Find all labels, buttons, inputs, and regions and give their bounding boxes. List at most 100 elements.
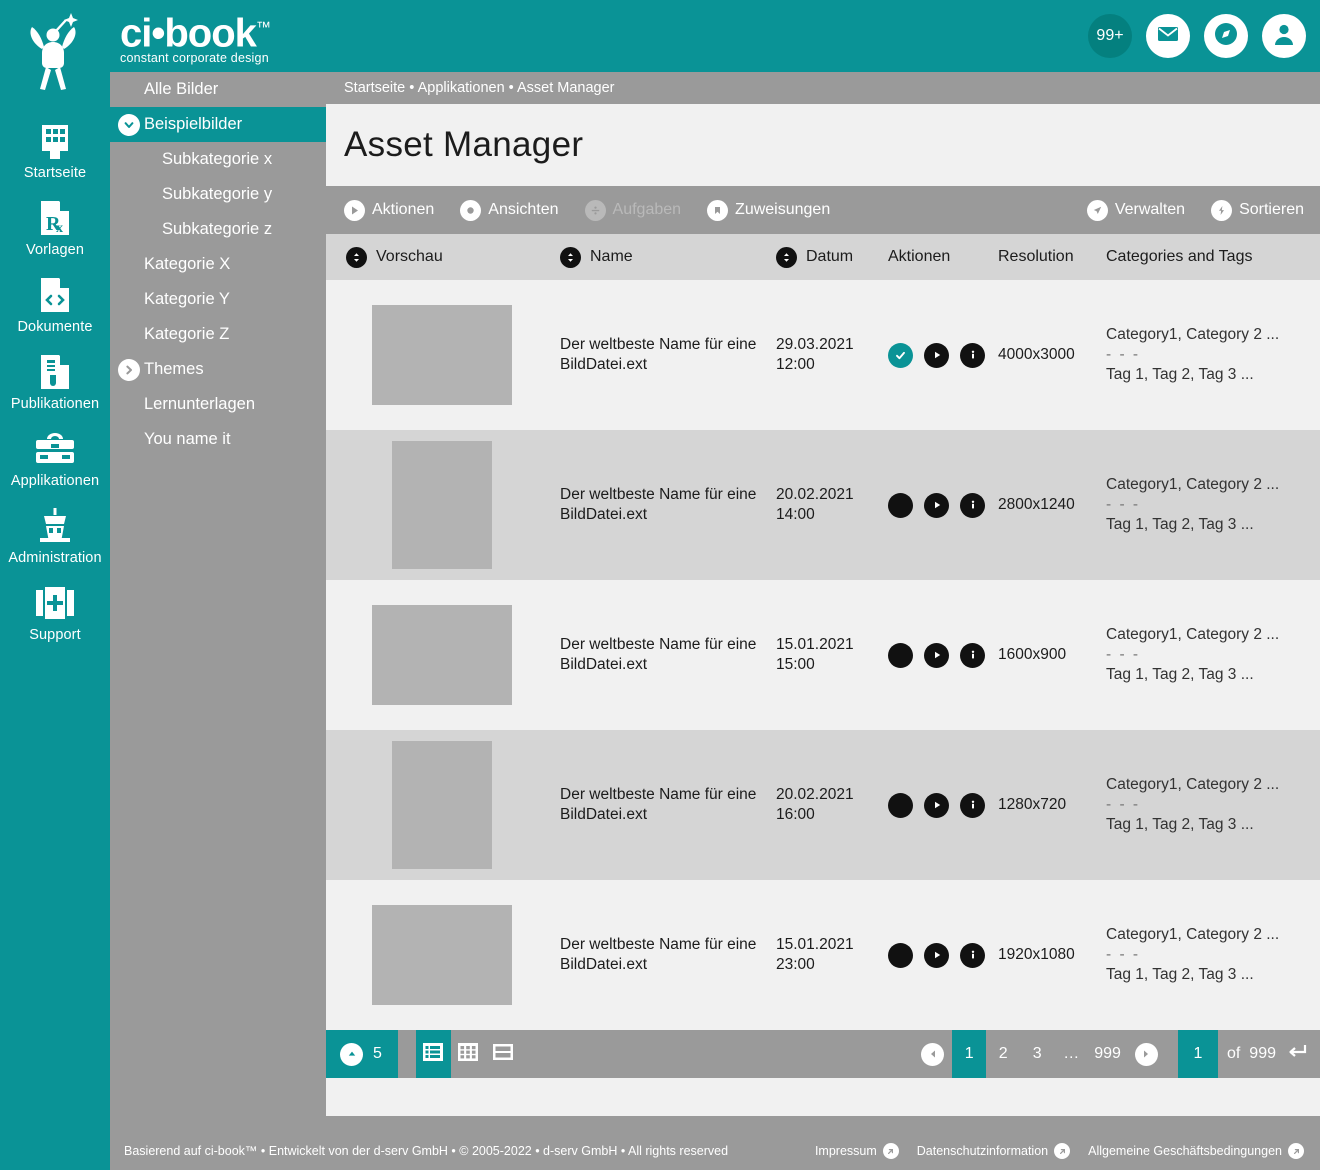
account-button[interactable] — [1262, 14, 1306, 58]
per-page-selector[interactable]: 5 — [326, 1030, 398, 1078]
info-icon[interactable] — [960, 942, 985, 968]
view-mode-list-button[interactable] — [415, 1030, 451, 1078]
brand-logo[interactable]: ci•book™ constant corporate design — [120, 8, 271, 65]
table-row[interactable]: Der weltbeste Name für eine BildDatei.ex… — [326, 430, 1320, 580]
category-item-alle-bilder[interactable]: Alle Bilder — [110, 72, 326, 107]
category-item-label: Subkategorie z — [162, 220, 273, 238]
sidebar-item-dokumente[interactable]: Dokumente — [0, 264, 110, 341]
row-preview-cell — [326, 605, 560, 705]
sidebar-item-publikationen[interactable]: Publikationen — [0, 341, 110, 418]
category-item-kategorie-y[interactable]: Kategorie Y — [110, 282, 326, 317]
select-checked-icon[interactable] — [888, 342, 913, 368]
select-circle-icon[interactable] — [888, 642, 913, 668]
category-item-kategorie-z[interactable]: Kategorie Z — [110, 317, 326, 352]
sidebar-item-label: Startseite — [23, 165, 87, 181]
select-circle-icon[interactable] — [888, 792, 913, 818]
play-icon[interactable] — [924, 492, 949, 518]
category-item-subkategorie-y[interactable]: Subkategorie y — [110, 177, 326, 212]
table-row[interactable]: Der weltbeste Name für eine BildDatei.ex… — [326, 880, 1320, 1030]
play-icon[interactable] — [924, 942, 949, 968]
sidebar-item-startseite[interactable]: Startseite — [0, 110, 110, 187]
enter-key-icon[interactable] — [1286, 1042, 1308, 1067]
primary-nav-rail: Startseite R x Vorlagen Dokumente Publik… — [0, 0, 110, 1170]
page-number-button[interactable]: 3 — [1020, 1030, 1054, 1078]
compass-icon — [1213, 21, 1239, 52]
prev-page-button[interactable] — [921, 1042, 945, 1066]
footer-link-allgemeine-gesch-ftsbedingungen[interactable]: Allgemeine Geschäftsbedingungen — [1088, 1143, 1304, 1159]
sort-toggle-icon[interactable] — [560, 246, 581, 268]
split-view-icon — [492, 1041, 514, 1068]
category-item-label: Kategorie X — [144, 255, 231, 273]
asset-thumbnail[interactable] — [372, 905, 512, 1005]
column-header-name[interactable]: Name — [560, 246, 776, 268]
footer-link-datenschutzinformation[interactable]: Datenschutzinformation — [917, 1143, 1071, 1159]
external-link-icon — [1288, 1143, 1304, 1159]
select-circle-icon[interactable] — [888, 942, 913, 968]
page-number-button[interactable]: 999 — [1088, 1030, 1127, 1078]
category-item-lernunterlagen[interactable]: Lernunterlagen — [110, 387, 326, 422]
sidebar-item-label: Support — [29, 627, 81, 643]
notification-badge[interactable]: 99+ — [1088, 14, 1132, 58]
column-header-datum[interactable]: Datum — [776, 246, 888, 268]
page-number-button[interactable]: 2 — [986, 1030, 1020, 1078]
category-item-label: Subkategorie x — [162, 150, 273, 168]
asset-thumbnail[interactable] — [392, 441, 492, 569]
toolbar-button-aktionen[interactable]: Aktionen — [344, 199, 434, 221]
category-item-you-name-it[interactable]: You name it — [110, 422, 326, 457]
page-jump: 1 of 999 — [1177, 1030, 1320, 1078]
info-icon[interactable] — [960, 792, 985, 818]
column-header-resolution: Resolution — [998, 248, 1106, 266]
view-mode-grid-button[interactable] — [451, 1030, 486, 1078]
toolbar-button-zuweisungen[interactable]: Zuweisungen — [707, 199, 830, 221]
select-circle-icon[interactable] — [888, 492, 913, 518]
sidebar-item-support[interactable]: Support — [0, 572, 110, 649]
chevron-down-icon[interactable] — [118, 113, 140, 136]
row-categories: Category1, Category 2 ... — [1106, 626, 1280, 643]
column-header-vorschau[interactable]: Vorschau — [326, 246, 560, 268]
play-icon[interactable] — [924, 642, 949, 668]
footer-link-impressum[interactable]: Impressum — [815, 1143, 899, 1159]
column-header-label: Resolution — [998, 248, 1074, 265]
category-list: Alle Bilder Beispielbilder Subkategorie x S… — [110, 72, 326, 457]
info-icon[interactable] — [960, 342, 985, 368]
toolbar-button-verwalten[interactable]: Verwalten — [1086, 199, 1185, 221]
category-item-subkategorie-x[interactable]: Subkategorie x — [110, 142, 326, 177]
view-mode-split-button[interactable] — [486, 1030, 521, 1078]
category-item-kategorie-x[interactable]: Kategorie X — [110, 247, 326, 282]
info-icon[interactable] — [960, 492, 985, 518]
mail-button[interactable] — [1146, 14, 1190, 58]
sidebar-item-administration[interactable]: Administration — [0, 495, 110, 572]
table-row[interactable]: Der weltbeste Name für eine BildDatei.ex… — [326, 580, 1320, 730]
explore-button[interactable] — [1204, 14, 1248, 58]
category-item-beispielbilder[interactable]: Beispielbilder — [110, 107, 326, 142]
info-icon[interactable] — [960, 642, 985, 668]
sidebar-item-applikationen[interactable]: Applikationen — [0, 418, 110, 495]
footer-link-label: Allgemeine Geschäftsbedingungen — [1088, 1144, 1282, 1158]
play-icon[interactable] — [924, 342, 949, 368]
category-item-themes[interactable]: Themes — [110, 352, 326, 387]
category-item-subkategorie-z[interactable]: Subkategorie z — [110, 212, 326, 247]
asset-thumbnail[interactable] — [372, 605, 512, 705]
toolbar-button-ansichten[interactable]: Ansichten — [460, 199, 559, 221]
row-name-cell: Der weltbeste Name für eine BildDatei.ex… — [560, 786, 757, 823]
table-row[interactable]: Der weltbeste Name für eine BildDatei.ex… — [326, 730, 1320, 880]
sidebar-item-vorlagen[interactable]: R x Vorlagen — [0, 187, 110, 264]
toolbar-button-sortieren[interactable]: Sortieren — [1211, 199, 1304, 221]
page-jump-input[interactable]: 1 — [1177, 1030, 1218, 1078]
play-icon[interactable] — [924, 792, 949, 818]
main-content: Startseite • Applikationen • Asset Manag… — [326, 72, 1320, 1132]
page-number-button[interactable]: 1 — [952, 1030, 987, 1078]
breadcrumb[interactable]: Startseite • Applikationen • Asset Manag… — [326, 72, 1320, 104]
sort-toggle-icon[interactable] — [346, 246, 367, 268]
bottom-white-strip — [326, 1078, 1320, 1116]
page-number-button[interactable]: … — [1054, 1030, 1088, 1078]
asset-thumbnail[interactable] — [392, 741, 492, 869]
column-header-label: Datum — [806, 248, 854, 265]
asset-thumbnail[interactable] — [372, 305, 512, 405]
chevron-right-icon[interactable] — [118, 358, 140, 381]
next-page-button[interactable] — [1134, 1042, 1158, 1066]
row-categories: Category1, Category 2 ... — [1106, 926, 1280, 943]
table-row[interactable]: Der weltbeste Name für eine BildDatei.ex… — [326, 280, 1320, 430]
sort-toggle-icon[interactable] — [776, 246, 797, 268]
row-resolution-cell: 4000x3000 — [998, 346, 1075, 363]
